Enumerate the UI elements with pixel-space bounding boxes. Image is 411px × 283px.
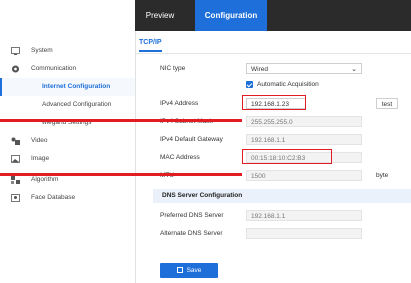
subnet-mask-input[interactable]: 255.255.255.0 [246,116,362,127]
sidebar-item-label: Video [31,137,48,144]
tab-tcp-ip[interactable]: TCP/IP [139,39,162,52]
sidebar-item-advanced-configuration[interactable]: Advanced Configuration [0,96,135,114]
save-icon [176,267,183,273]
sidebar-item-label: Advanced Configuration [42,101,112,108]
sidebar-item-communication[interactable]: Communication [0,60,135,78]
nic-type-value: Wired [251,66,268,73]
sidebar-item-label: System [31,47,53,54]
chevron-down-icon: ⌄ [351,66,357,73]
default-gateway-label: IPv4 Default Gateway [160,136,223,143]
sidebar-item-label: Image [31,155,50,162]
subnet-mask-row: IPv4 Subnet Mask 255.255.255.0 [136,114,411,130]
preferred-dns-row: Preferred DNS Server 192.168.1.1 [136,208,411,224]
save-button-label: Save [186,267,202,274]
default-gateway-input[interactable]: 192.168.1.1 [246,134,362,145]
annotation-line-ipv4 [0,119,242,122]
annotation-line-mac [0,173,242,176]
dns-section-header: DNS Server Configuration [153,189,411,203]
alternate-dns-row: Alternate DNS Server [136,226,411,242]
sidebar-item-face-database[interactable]: Face Database [0,189,135,207]
top-navigation-bar: Preview Configuration [0,0,411,31]
mac-highlight-box [242,149,332,164]
sidebar-item-video[interactable]: Video [0,132,135,150]
sidebar-item-image[interactable]: Image [0,150,135,168]
ipv4-address-label: IPv4 Address [160,100,199,107]
face-icon [11,194,20,202]
tab-preview[interactable]: Preview [140,0,180,31]
preferred-dns-label: Preferred DNS Server [160,212,224,219]
nic-type-label: NIC type [160,65,186,72]
mtu-label: MTU [160,168,174,184]
sidebar-item-system[interactable]: System [0,42,135,60]
auto-acquisition-row: Automatic Acquisition [136,77,411,93]
mtu-unit: byte [376,172,389,179]
image-icon [11,155,20,163]
sidebar-item-internet-configuration[interactable]: Internet Configuration [0,78,135,96]
mac-address-label: MAC Address [160,154,200,161]
default-gateway-row: IPv4 Default Gateway 192.168.1.1 [136,132,411,148]
algorithm-icon [11,176,20,184]
mtu-input[interactable]: 1500 [246,170,362,181]
alternate-dns-label: Alternate DNS Server [160,230,223,237]
sidebar-item-label: Communication [31,65,77,72]
test-button[interactable]: test [376,98,398,109]
alternate-dns-input[interactable] [246,228,362,239]
sidebar-item-wiegand-settings[interactable]: wiegand Settings [0,114,135,132]
mtu-row: MTU 1500 byte [136,168,411,184]
auto-acquisition-label: Automatic Acquisition [257,81,319,88]
ipv4-highlight-box [242,95,306,110]
preferred-dns-input[interactable]: 192.168.1.1 [246,210,362,221]
save-button[interactable]: Save [160,263,218,278]
sidebar: System Communication Internet Configurat… [0,31,136,283]
subtab-divider [136,53,411,54]
tab-configuration[interactable]: Configuration [195,0,267,31]
dns-section-title: DNS Server Configuration [162,192,243,199]
monitor-icon [11,47,20,55]
subnet-mask-label: IPv4 Subnet Mask [160,114,213,130]
sidebar-item-label: Face Database [31,194,76,201]
video-icon [11,137,20,145]
nic-type-select[interactable]: Wired ⌄ [246,63,362,74]
sidebar-item-label: Internet Configuration [42,83,111,90]
sidebar-item-label: wiegand Settings [42,119,92,126]
nic-type-row: NIC type Wired ⌄ [136,61,411,77]
auto-acquisition-checkbox[interactable] [246,81,253,88]
globe-icon [11,65,20,73]
